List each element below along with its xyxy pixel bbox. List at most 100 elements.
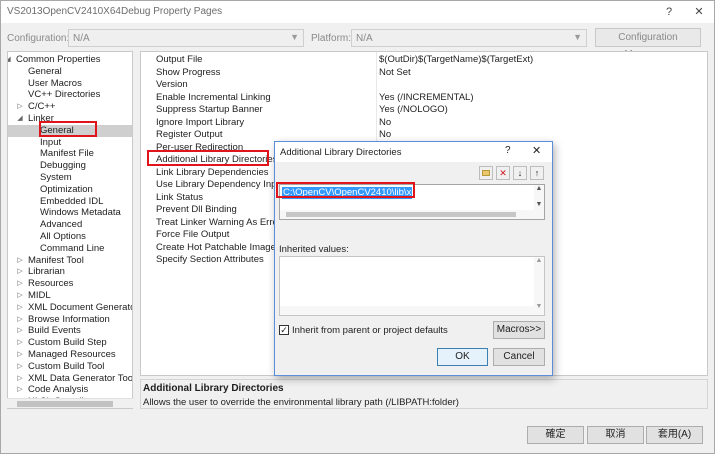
tree-item[interactable]: Windows Metadata — [8, 207, 132, 219]
platform-combo[interactable]: N/A ▼ — [351, 29, 587, 47]
configuration-manager-button[interactable]: Configuration Manager... — [595, 28, 701, 60]
list-item[interactable]: C:\OpenCV\OpenCV2410\lib\x64 — [282, 187, 422, 199]
tree-item[interactable]: Input — [8, 137, 132, 149]
tree-item[interactable]: General — [8, 66, 132, 78]
property-row[interactable]: Output File $(OutDir)$(TargetName)$(Targe… — [141, 54, 707, 66]
collapsed-arrow-icon[interactable]: ▷ — [16, 101, 24, 113]
chevron-up-icon[interactable]: ▲ — [534, 257, 544, 264]
property-value[interactable]: Not Set — [379, 67, 411, 79]
collapsed-arrow-icon[interactable]: ▷ — [16, 302, 24, 314]
tree-item[interactable]: ▷ Manifest Tool — [8, 255, 132, 267]
property-name: Link Status — [156, 191, 203, 203]
directory-list[interactable]: C:\OpenCV\OpenCV2410\lib\x64 ▲ ▼ — [279, 184, 545, 220]
property-pages-window: VS2013OpenCV2410X64Debug Property Pages … — [0, 0, 715, 454]
tree-item[interactable]: ▷ Custom Build Step — [8, 337, 132, 349]
chevron-down-icon[interactable]: ▼ — [534, 303, 544, 310]
property-row[interactable]: Suppress Startup Banner Yes (/NOLOGO) — [141, 104, 707, 116]
collapsed-arrow-icon[interactable]: ▷ — [16, 290, 24, 302]
property-name: Use Library Dependency Inputs — [156, 179, 290, 190]
list-horizontal-scrollbar[interactable] — [280, 210, 535, 219]
tree-item[interactable]: ▷ Build Events — [8, 325, 132, 337]
scrollbar-thumb[interactable] — [286, 212, 516, 217]
collapsed-arrow-icon[interactable]: ▷ — [16, 361, 24, 373]
dialog-cancel-button[interactable]: Cancel — [493, 348, 545, 366]
tree-item[interactable]: ▷ Managed Resources — [8, 349, 132, 361]
collapsed-arrow-icon[interactable]: ▷ — [16, 325, 24, 337]
collapsed-arrow-icon[interactable]: ▷ — [16, 314, 24, 326]
expanded-arrow-icon[interactable]: ◢ — [16, 113, 24, 125]
tree-item-label: Debugging — [40, 160, 86, 172]
tree-horizontal-scrollbar[interactable] — [7, 398, 133, 408]
tree-item[interactable]: ▷ Custom Build Tool — [8, 361, 132, 373]
tree-item[interactable]: Embedded IDL — [8, 196, 132, 208]
tree-item[interactable]: ▷ Code Analysis — [8, 384, 132, 396]
chevron-up-icon[interactable]: ▲ — [534, 185, 544, 192]
inherited-horizontal-scrollbar[interactable] — [280, 306, 535, 315]
tree-item[interactable]: User Macros — [8, 78, 132, 90]
tree-item[interactable]: General — [8, 124, 132, 137]
expanded-arrow-icon[interactable]: ◢ — [8, 54, 12, 66]
collapsed-arrow-icon[interactable]: ▷ — [16, 266, 24, 278]
new-folder-icon[interactable] — [479, 166, 493, 180]
tree-item[interactable]: Advanced — [8, 219, 132, 231]
chevron-down-icon: ▼ — [573, 32, 582, 42]
property-value[interactable]: No — [379, 117, 391, 129]
tree-item[interactable]: ▷ Librarian — [8, 266, 132, 278]
property-value[interactable]: Yes (/NOLOGO) — [379, 104, 448, 116]
tree-item[interactable]: Command Line — [8, 243, 132, 255]
collapsed-arrow-icon[interactable]: ▷ — [16, 278, 24, 290]
tree-item[interactable]: ▷ C/C++ — [8, 101, 132, 113]
collapsed-arrow-icon[interactable]: ▷ — [16, 349, 24, 361]
tree-item[interactable]: Manifest File — [8, 148, 132, 160]
configuration-combo[interactable]: N/A ▼ — [68, 29, 304, 47]
inherited-vertical-scrollbar[interactable]: ▲ ▼ — [534, 257, 544, 315]
ok-button[interactable]: 確定 — [527, 426, 584, 444]
tree-item[interactable]: ▷ XML Data Generator Tool — [8, 373, 132, 385]
help-icon[interactable]: ? — [505, 145, 511, 156]
scrollbar-thumb[interactable] — [17, 401, 113, 407]
delete-icon[interactable]: ✕ — [496, 166, 510, 180]
property-name: Prevent Dll Binding — [156, 204, 237, 215]
chevron-down-icon[interactable]: ▼ — [534, 201, 544, 208]
tree-item[interactable]: System — [8, 172, 132, 184]
tree-item[interactable]: ▷ XML Document Generator — [8, 302, 132, 314]
help-icon[interactable]: ? — [661, 4, 677, 20]
inherit-checkbox[interactable]: ✓ — [279, 325, 289, 335]
collapsed-arrow-icon[interactable]: ▷ — [16, 255, 24, 267]
move-up-icon[interactable]: ↑ — [530, 166, 544, 180]
tree-item-label: System — [40, 172, 72, 183]
property-value[interactable]: $(OutDir)$(TargetName)$(TargetExt) — [379, 54, 533, 66]
tree-item[interactable]: ▷ Browse Information — [8, 314, 132, 326]
dialog-ok-button[interactable]: OK — [437, 348, 488, 366]
property-row[interactable]: Show Progress Not Set — [141, 67, 707, 79]
collapsed-arrow-icon[interactable]: ▷ — [16, 384, 24, 396]
list-vertical-scrollbar[interactable]: ▲ ▼ — [534, 185, 544, 219]
tree-item-label: Librarian — [28, 266, 65, 278]
tree-item[interactable]: ▷ Resources — [8, 278, 132, 290]
macros-button[interactable]: Macros>> — [493, 321, 545, 339]
tree-item[interactable]: VC++ Directories — [8, 89, 132, 101]
property-row[interactable]: Ignore Import Library No — [141, 117, 707, 129]
move-down-icon[interactable]: ↓ — [513, 166, 527, 180]
property-row[interactable]: Register Output No — [141, 129, 707, 141]
apply-button[interactable]: 套用(A) — [646, 426, 703, 444]
tree-item[interactable]: Debugging — [8, 160, 132, 172]
cancel-button[interactable]: 取消 — [587, 426, 644, 444]
property-row[interactable]: Enable Incremental Linking Yes (/INCREMEN… — [141, 92, 707, 104]
tree-item-label: Managed Resources — [28, 349, 116, 360]
close-icon[interactable]: ✕ — [532, 144, 541, 157]
tree-item[interactable]: ◢ Linker — [8, 113, 132, 125]
collapsed-arrow-icon[interactable]: ▷ — [16, 337, 24, 349]
tree-item[interactable]: ▷ MIDL — [8, 290, 132, 302]
close-icon[interactable]: ✕ — [691, 4, 707, 20]
property-tree[interactable]: ◢Common PropertiesGeneralUser MacrosVC++… — [7, 51, 133, 409]
property-value[interactable]: Yes (/INCREMENTAL) — [379, 92, 474, 104]
property-row[interactable]: Version — [141, 79, 707, 91]
collapsed-arrow-icon[interactable]: ▷ — [16, 373, 24, 385]
property-value[interactable]: No — [379, 129, 391, 141]
tree-item[interactable]: ◢ Common Properties — [8, 54, 132, 66]
inherit-checkbox-label[interactable]: Inherit from parent or project defaults — [292, 325, 448, 336]
property-name: Register Output — [156, 129, 223, 140]
tree-item[interactable]: Optimization — [8, 184, 132, 196]
tree-item[interactable]: All Options — [8, 231, 132, 243]
